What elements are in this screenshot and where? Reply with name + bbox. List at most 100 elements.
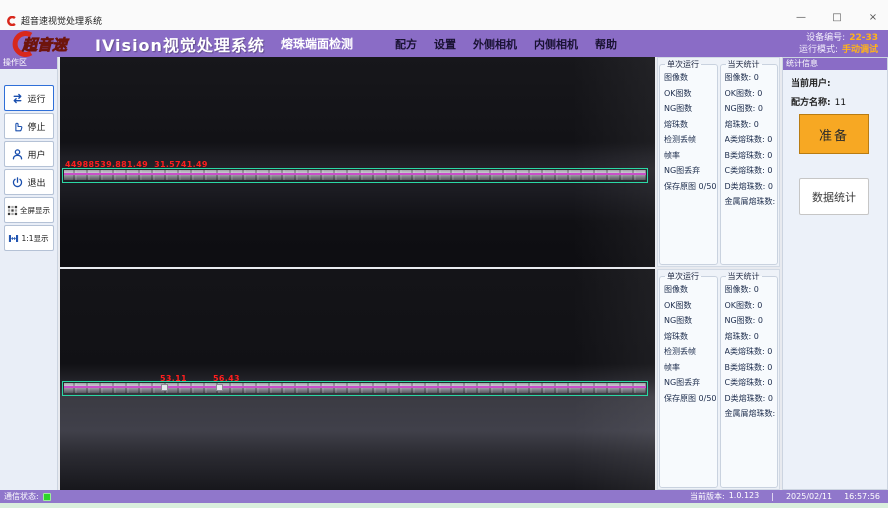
- single-run-group: 单次运行 图像数OK图数NG图数熔珠数检测丢帧帧率NG图丢弃保存原图 0/500: [659, 59, 718, 265]
- outer-camera-viewport: 44988539.881.49 31.5741.49: [60, 57, 655, 267]
- status-separator: |: [771, 492, 774, 501]
- stat-row: OK图数: [664, 298, 717, 314]
- prepare-button[interactable]: 准备: [799, 114, 869, 154]
- main-area: 操作区 运行 停止: [0, 57, 888, 490]
- app-title: IVision视觉处理系统: [95, 32, 265, 56]
- stat-row: 金属屑熔珠数: 0: [725, 406, 778, 422]
- device-number-label: 设备编号:: [806, 33, 845, 43]
- stat-row: 金属屑熔珠数: 0: [725, 194, 778, 210]
- daily-stats-group: 当天统计 图像数: 0OK图数: 0NG图数: 0熔珠数: 0A类熔珠数: 0B…: [720, 59, 779, 265]
- stat-row: NG图数: [664, 313, 717, 329]
- recipe-name-label: 配方名称:: [791, 98, 831, 108]
- info-panel-title: 统计信息: [783, 58, 887, 70]
- minimize-icon[interactable]: —: [794, 11, 808, 25]
- stat-row: C类熔珠数: 0: [725, 163, 778, 179]
- daily-stats-rows: 图像数: 0OK图数: 0NG图数: 0熔珠数: 0A类熔珠数: 0B类熔珠数:…: [725, 70, 778, 210]
- stat-row: NG图丢弃: [664, 375, 717, 391]
- run-mode-label: 运行模式:: [799, 45, 838, 55]
- inner-camera-viewport: 53.11 56.43: [60, 269, 655, 490]
- centerline-overlay: [64, 173, 646, 175]
- defect-marker: [216, 384, 223, 391]
- stop-button-label: 停止: [27, 120, 45, 133]
- status-date: 2025/02/11: [786, 492, 832, 501]
- one-to-one-button[interactable]: 1:1显示: [4, 225, 54, 251]
- stat-row: B类熔珠数: 0: [725, 360, 778, 376]
- run-mode-value: 手动调试: [842, 45, 878, 55]
- stat-row: OK图数: 0: [725, 86, 778, 102]
- fullscreen-button-label: 全屏显示: [20, 205, 50, 216]
- recipe-name-value: 11: [835, 98, 846, 108]
- stat-row: B类熔珠数: 0: [725, 148, 778, 164]
- cycle-arrows-icon: [11, 92, 24, 105]
- stat-row: 熔珠数: [664, 117, 717, 133]
- run-button-label: 运行: [27, 92, 45, 105]
- stat-row: OK图数: [664, 86, 717, 102]
- person-icon: [11, 148, 24, 161]
- one-to-one-icon: [8, 233, 19, 244]
- stat-row: C类熔珠数: 0: [725, 375, 778, 391]
- stats-panel-top: 单次运行 图像数OK图数NG图数熔珠数检测丢帧帧率NG图丢弃保存原图 0/500…: [657, 57, 780, 267]
- daily-stats-group: 当天统计 图像数: 0OK图数: 0NG图数: 0熔珠数: 0A类熔珠数: 0B…: [720, 271, 779, 488]
- stat-row: 图像数: 0: [725, 70, 778, 86]
- stat-row: 保存原图 0/500: [664, 179, 717, 195]
- status-bar: 通信状态: 当前版本: 1.0.123 | 2025/02/11 16:57:5…: [0, 490, 888, 503]
- stat-row: NG图丢弃: [664, 163, 717, 179]
- bottom-accent-strip: [0, 503, 888, 508]
- fullscreen-button[interactable]: 全屏显示: [4, 197, 54, 223]
- run-button[interactable]: 运行: [4, 85, 54, 111]
- measurement-annotation: 56.43: [213, 374, 240, 383]
- menu-item[interactable]: 设置: [434, 36, 456, 52]
- menu-bar: 配方 设置 外侧相机 内侧相机 帮助: [395, 36, 617, 52]
- app-subtitle: 熔珠端面检测: [281, 35, 353, 52]
- brand-logo-text: 超音速: [21, 36, 70, 54]
- current-user-label: 当前用户:: [791, 79, 831, 89]
- menu-item[interactable]: 配方: [395, 36, 417, 52]
- comm-status-label: 通信状态:: [4, 491, 39, 502]
- version-label: 当前版本:: [690, 491, 725, 502]
- power-icon: [11, 176, 24, 189]
- app-window: 超音速视觉处理系统 — □ × 超音速 IVision视觉处理系统 熔珠端面检测…: [0, 0, 888, 522]
- single-run-group: 单次运行 图像数OK图数NG图数熔珠数检测丢帧帧率NG图丢弃保存原图 0/500: [659, 271, 718, 488]
- stat-row: NG图数: [664, 101, 717, 117]
- stop-button[interactable]: 停止: [4, 113, 54, 139]
- stats-panel-bottom: 单次运行 图像数OK图数NG图数熔珠数检测丢帧帧率NG图丢弃保存原图 0/500…: [657, 269, 780, 490]
- window-titlebar: 超音速视觉处理系统 — □ ×: [0, 0, 888, 30]
- brand-logo-icon: 超音速: [5, 31, 93, 57]
- daily-stats-rows: 图像数: 0OK图数: 0NG图数: 0熔珠数: 0A类熔珠数: 0B类熔珠数:…: [725, 282, 778, 422]
- maximize-icon[interactable]: □: [830, 11, 844, 25]
- defect-marker: [161, 384, 168, 391]
- sidebar-title: 操作区: [0, 57, 57, 69]
- menu-item[interactable]: 内侧相机: [534, 36, 578, 52]
- daily-stats-title: 当天统计: [726, 59, 762, 70]
- stat-row: NG图数: 0: [725, 101, 778, 117]
- measurement-annotation: 53.11: [160, 374, 187, 383]
- status-time: 16:57:56: [844, 492, 880, 501]
- comm-status-indicator-icon: [43, 493, 51, 501]
- stat-row: 图像数: 0: [725, 282, 778, 298]
- centerline-overlay: [64, 386, 646, 388]
- stat-row: 保存原图 0/500: [664, 391, 717, 407]
- single-run-rows: 图像数OK图数NG图数熔珠数检测丢帧帧率NG图丢弃保存原图 0/500: [664, 282, 717, 406]
- user-button[interactable]: 用户: [4, 141, 54, 167]
- menu-item[interactable]: 外侧相机: [473, 36, 517, 52]
- stat-row: 检测丢帧: [664, 132, 717, 148]
- stat-row: 检测丢帧: [664, 344, 717, 360]
- one-to-one-button-label: 1:1显示: [21, 233, 48, 244]
- stat-row: A类熔珠数: 0: [725, 132, 778, 148]
- measurement-annotation: 44988539.881.49 31.5741.49: [65, 160, 208, 169]
- stat-row: 帧率: [664, 360, 717, 376]
- app-logo-icon: [7, 16, 17, 26]
- daily-stats-title: 当天统计: [726, 271, 762, 282]
- single-run-title: 单次运行: [665, 59, 701, 70]
- hand-icon: [11, 120, 24, 133]
- menu-item[interactable]: 帮助: [595, 36, 617, 52]
- single-run-title: 单次运行: [665, 271, 701, 282]
- close-icon[interactable]: ×: [866, 11, 880, 25]
- stat-row: 熔珠数: [664, 329, 717, 345]
- exit-button[interactable]: 退出: [4, 169, 54, 195]
- data-statistics-button[interactable]: 数据统计: [799, 178, 869, 215]
- stat-row: D类熔珠数: 0: [725, 391, 778, 407]
- stat-row: 帧率: [664, 148, 717, 164]
- detection-box: [62, 381, 648, 396]
- stat-row: D类熔珠数: 0: [725, 179, 778, 195]
